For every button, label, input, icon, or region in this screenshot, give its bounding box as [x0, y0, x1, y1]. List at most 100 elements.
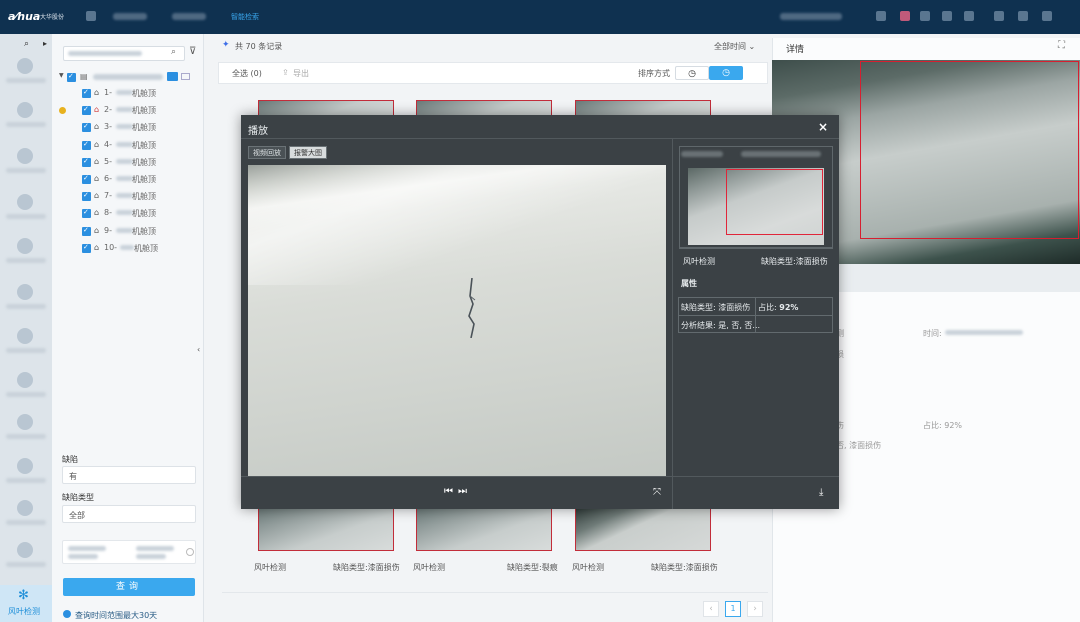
tree-item-checkbox[interactable]: [82, 105, 91, 116]
camera-icon: ⌂: [94, 105, 100, 115]
maximize-icon[interactable]: [1018, 11, 1028, 21]
defect-type-select[interactable]: 全部: [62, 505, 196, 523]
rail-icon-6[interactable]: [17, 284, 33, 300]
tree-item-label[interactable]: 8-: [104, 208, 112, 217]
rail-icon-9[interactable]: [17, 414, 33, 430]
nav-tab-blurred-1[interactable]: [113, 13, 147, 20]
tree-item-suffix: 机舱顶: [132, 192, 156, 202]
rail-icon-8[interactable]: [17, 372, 33, 388]
tree-item-label[interactable]: 4-: [104, 140, 112, 149]
query-button[interactable]: 查询: [63, 578, 195, 596]
fullscreen-icon[interactable]: ⤧: [653, 487, 661, 498]
pager-prev-button[interactable]: ‹: [703, 601, 719, 617]
sort-time-desc-button[interactable]: ◷: [709, 66, 743, 80]
tree-item-name-blurred: [116, 107, 133, 113]
modal-footer-divider: [241, 476, 839, 477]
clock-icon: ◷: [688, 69, 696, 79]
tree-item-checkbox[interactable]: [82, 226, 91, 236]
tree-item-checkbox[interactable]: [82, 243, 91, 253]
time-start-blurred: [68, 546, 106, 551]
tree-item-checkbox[interactable]: [82, 88, 91, 98]
rail-icon-12[interactable]: [17, 542, 33, 558]
tree-item-label[interactable]: 5-: [104, 157, 112, 166]
result-thumbnail-2-top[interactable]: [416, 100, 552, 116]
tree-item-checkbox[interactable]: [82, 122, 91, 133]
rail-icon-3[interactable]: [17, 148, 33, 164]
video-highlight: [248, 165, 666, 285]
collapse-rail-icon[interactable]: ▸: [43, 39, 47, 48]
result-thumbnail-1[interactable]: [258, 506, 394, 551]
tab-video-playback[interactable]: 视频回放: [248, 146, 286, 159]
export-icon: ⇪: [282, 68, 289, 77]
tree-item-label[interactable]: 2-: [104, 105, 112, 114]
close-window-icon[interactable]: [1042, 11, 1052, 21]
rail-icon-4[interactable]: [17, 194, 33, 210]
tree-root-list-icon[interactable]: [181, 73, 190, 80]
select-all-checkbox[interactable]: 全选 (0): [232, 68, 262, 79]
user-icon[interactable]: [964, 11, 974, 21]
next-frame-icon[interactable]: ⏭: [458, 486, 467, 497]
sort-time-asc-button[interactable]: ◷: [675, 66, 709, 80]
export-button[interactable]: 导出: [293, 68, 309, 79]
tree-item-suffix: 机舱顶: [132, 157, 156, 167]
nav-tab-smart-search[interactable]: 智能检索: [231, 12, 259, 22]
attributes-row-divider: [678, 315, 833, 316]
tab-alarm-image[interactable]: 报警大图: [289, 146, 327, 159]
result-thumbnail-2[interactable]: [416, 506, 552, 551]
tree-item-label[interactable]: 9-: [104, 226, 112, 235]
defect-type-select-value: 全部: [69, 511, 85, 520]
collapse-panel-icon[interactable]: ‹: [197, 345, 200, 354]
rail-icon-1[interactable]: [17, 58, 33, 74]
attr-ratio: 占比: 92%: [758, 302, 798, 313]
home-icon[interactable]: [86, 11, 96, 21]
time-range-picker[interactable]: [62, 540, 196, 564]
result-thumbnail-3-top[interactable]: [575, 100, 711, 116]
clock-icon[interactable]: [186, 548, 194, 556]
expand-icon[interactable]: ⛶: [1058, 40, 1065, 51]
defect-select[interactable]: 有: [62, 466, 196, 484]
previous-frame-icon[interactable]: ⏮: [444, 486, 453, 497]
alarm-icon[interactable]: [876, 11, 886, 21]
tree-item-name-blurred: [116, 227, 133, 233]
tree-item-checkbox[interactable]: [82, 208, 91, 219]
tree-item-checkbox[interactable]: [82, 140, 91, 150]
rail-icon-2[interactable]: [17, 102, 33, 118]
settings-icon[interactable]: [942, 11, 952, 21]
tree-item-checkbox[interactable]: [82, 191, 91, 202]
minimize-icon[interactable]: [994, 11, 1004, 21]
download-icon[interactable]: ⤓: [819, 487, 823, 498]
close-icon[interactable]: ×: [818, 120, 828, 134]
time-filter-dropdown[interactable]: 全部时间 ⌄: [714, 41, 755, 52]
rail-icon-7[interactable]: [17, 328, 33, 344]
rail-icon-10[interactable]: [17, 458, 33, 474]
search-icon[interactable]: ⌕: [171, 47, 176, 57]
result-thumbnail-3[interactable]: [575, 506, 711, 551]
tree-item-label[interactable]: 6-: [104, 174, 112, 183]
tree-item-name-blurred: [116, 210, 133, 216]
rail-icon-5[interactable]: [17, 238, 33, 254]
tree-expand-icon[interactable]: ▼: [59, 72, 64, 79]
download-center-icon[interactable]: [920, 11, 930, 21]
tree-item-label[interactable]: 7-: [104, 191, 112, 200]
tree-root-checkbox[interactable]: [67, 72, 76, 82]
detail-defect-box: [860, 61, 1079, 239]
rail-icon-11[interactable]: [17, 500, 33, 516]
result-2-type: 风叶检测: [413, 563, 445, 572]
tree-item-label[interactable]: 10-: [104, 243, 117, 252]
tree-item-checkbox[interactable]: [82, 157, 91, 167]
fan-icon: ✻: [18, 588, 29, 603]
tree-item-checkbox[interactable]: [82, 174, 91, 184]
pager-page-1[interactable]: 1: [725, 601, 741, 617]
pager-divider: [222, 592, 768, 593]
result-thumbnail-1-top[interactable]: [258, 100, 394, 116]
rail-label-12: [6, 562, 46, 567]
tree-item-label[interactable]: 1-: [104, 88, 112, 97]
pager-next-button[interactable]: ›: [747, 601, 763, 617]
tree-item-label[interactable]: 3-: [104, 122, 112, 131]
filter-icon[interactable]: ⊽: [189, 46, 196, 57]
query-range-hint: 查询时间范围最大30天: [75, 611, 158, 620]
message-icon[interactable]: [900, 11, 910, 21]
tree-root-toggle-icon[interactable]: [167, 72, 178, 81]
nav-tab-blurred-2[interactable]: [172, 13, 206, 20]
search-icon[interactable]: ⌕: [24, 39, 29, 49]
